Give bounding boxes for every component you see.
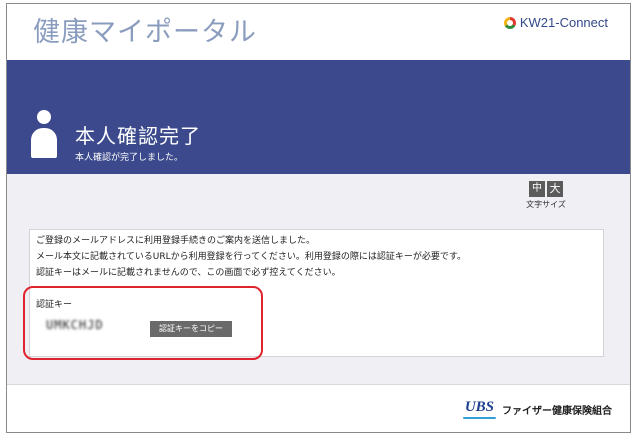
portal-window: 健康マイポータル KW21-Connect 本人確認完了 本人確認が完了しました… [6,3,631,433]
page-subtitle: 本人確認が完了しました。 [75,153,184,163]
font-size-large-button[interactable]: 大 [547,181,563,197]
message-line-2: メール本文に記載されているURLから利用登録を行ってください。利用登録の際には認… [36,252,466,262]
auth-key-value: UMKCHJD [46,318,104,332]
portal-title: 健康マイポータル [33,17,257,48]
message-line-1: ご登録のメールアドレスに利用登録手続きのご案内を送信しました。 [36,236,316,246]
status-banner: 本人確認完了 本人確認が完了しました。 [7,60,630,174]
message-box: ご登録のメールアドレスに利用登録手続きのご案内を送信しました。 メール本文に記載… [29,229,604,357]
font-size-caption: 文字サイズ [526,200,566,209]
top-bar: 健康マイポータル KW21-Connect [7,4,630,60]
copy-auth-key-button[interactable]: 認証キーをコピー [150,321,232,337]
page-title: 本人確認完了 [75,124,201,148]
footer: UBS ファイザー健康保険組合 [7,384,630,432]
auth-key-label: 認証キー [36,300,73,310]
font-size-control: 中 大 文字サイズ [524,181,568,210]
kw21-connect-brand[interactable]: KW21-Connect [503,15,608,30]
brand-text: KW21-Connect [519,15,608,30]
footer-brand: UBS ファイザー健康保険組合 [462,399,612,419]
ubs-logo: UBS [462,399,497,419]
kw21-logo-icon [503,16,516,29]
message-line-3: 認証キーはメールに記載されませんので、この画面で必ず控えてください。 [36,268,341,278]
main-content: 中 大 文字サイズ ご登録のメールアドレスに利用登録手続きのご案内を送信しました… [7,174,630,384]
org-name: ファイザー健康保険組合 [502,405,612,417]
font-size-medium-button[interactable]: 中 [529,181,545,197]
person-icon [31,110,57,158]
